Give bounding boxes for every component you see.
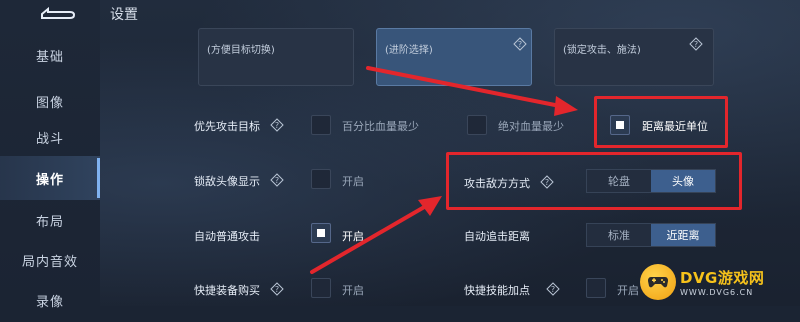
site-watermark-logo: DVG游戏网 WWW.DVG6.CN	[640, 260, 796, 304]
gamepad-icon	[640, 264, 676, 300]
watermark-name: DVG游戏网	[680, 269, 765, 287]
watermark-url: WWW.DVG6.CN	[680, 288, 754, 297]
arrow-to-attack-mode	[310, 196, 442, 274]
arrow-to-nearest-unit	[366, 66, 578, 116]
